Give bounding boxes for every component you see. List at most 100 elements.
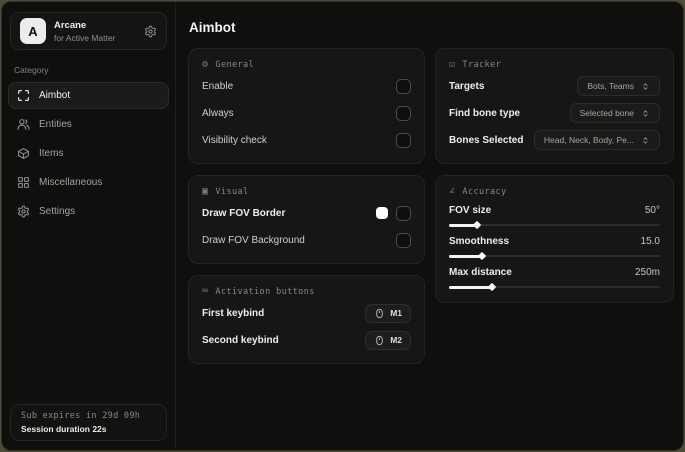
max-distance-slider[interactable] xyxy=(449,282,660,292)
sidebar-item-items[interactable]: Items xyxy=(8,140,169,167)
main-content: Aimbot ⚙ General Enable Always Visibilit… xyxy=(176,2,683,450)
sidebar-item-label: Settings xyxy=(39,206,76,217)
session-duration-text: Session duration 22s xyxy=(21,424,107,434)
row-draw-fov-border: Draw FOV Border xyxy=(202,202,411,224)
general-card: ⚙ General Enable Always Visibility check xyxy=(188,48,425,164)
checkbox-square-icon: ☑ xyxy=(449,59,456,70)
sidebar-item-entities[interactable]: Entities xyxy=(8,111,169,138)
scan-crosshair-icon xyxy=(17,89,30,102)
visual-card: ▣ Visual Draw FOV Border Draw FOV Backgr… xyxy=(188,175,425,264)
select-value: Bots, Teams xyxy=(587,81,634,91)
row-label: Draw FOV Background xyxy=(202,234,305,246)
unfold-icon xyxy=(643,109,648,117)
row-second-keybind: Second keybind M2 xyxy=(202,329,411,351)
row-label: Targets xyxy=(449,80,485,92)
fov-size-value: 50° xyxy=(644,205,660,216)
row-label: Max distance xyxy=(449,267,512,278)
unfold-icon xyxy=(643,82,648,90)
arcane-window: A Arcane for Active Matter Category Aimb… xyxy=(1,1,684,451)
angle-icon: ∠ xyxy=(449,186,456,197)
row-max-distance: Max distance 250m xyxy=(449,267,660,292)
row-bones-selected: Bones Selected Head, Neck, Body, Pe... xyxy=(449,129,660,151)
activation-card-header: ⌨ Activation buttons xyxy=(202,286,411,298)
targets-select[interactable]: Bots, Teams xyxy=(577,76,660,96)
row-enable: Enable xyxy=(202,75,411,97)
sidebar-item-settings[interactable]: Settings xyxy=(8,198,169,225)
keybind-value: M1 xyxy=(390,308,402,318)
second-keybind-button[interactable]: M2 xyxy=(365,330,411,350)
sidebar-item-label: Aimbot xyxy=(39,90,71,101)
sidebar-item-miscellaneous[interactable]: Miscellaneous xyxy=(8,169,169,196)
card-header-label: Activation buttons xyxy=(215,287,315,297)
brand-name: Arcane xyxy=(54,19,87,31)
sidebar-item-label: Miscellaneous xyxy=(39,177,103,188)
sidebar-item-aimbot[interactable]: Aimbot xyxy=(8,82,169,109)
category-nav: Aimbot Entities Items Miscellaneous Sett… xyxy=(2,81,175,226)
row-label: Smoothness xyxy=(449,236,510,247)
grid-layout-icon xyxy=(17,176,30,189)
package-box-icon xyxy=(17,147,30,160)
draw-fov-background-checkbox[interactable] xyxy=(396,232,411,248)
subscription-card: Sub expires in 29d 09h Session duration … xyxy=(10,404,167,441)
row-label: Bones Selected xyxy=(449,134,524,146)
row-label: Visibility check xyxy=(202,134,267,146)
category-label: Category xyxy=(14,65,49,75)
tracker-card: ☑ Tracker Targets Bots, Teams Find bone … xyxy=(435,48,674,164)
gear-icon[interactable] xyxy=(144,25,157,38)
row-targets: Targets Bots, Teams xyxy=(449,75,660,97)
users-icon xyxy=(17,118,30,131)
image-square-icon: ▣ xyxy=(202,186,209,197)
accuracy-card: ∠ Accuracy FOV size 50° Smoothness 15.0 … xyxy=(435,175,674,303)
always-checkbox[interactable] xyxy=(396,105,411,121)
smoothness-value: 15.0 xyxy=(640,236,660,247)
card-header-label: Visual xyxy=(215,187,249,197)
keybind-value: M2 xyxy=(390,335,402,345)
draw-fov-border-checkbox[interactable] xyxy=(396,205,411,221)
visual-card-header: ▣ Visual xyxy=(202,186,411,198)
find-bone-type-select[interactable]: Selected bone xyxy=(569,103,660,123)
row-draw-fov-background: Draw FOV Background xyxy=(202,229,411,251)
slider-thumb[interactable] xyxy=(473,220,482,230)
tracker-card-header: ☑ Tracker xyxy=(449,59,660,71)
mouse-icon xyxy=(376,335,383,345)
sub-expires-text: Sub expires in 29d 09h xyxy=(21,411,141,421)
activation-buttons-card: ⌨ Activation buttons First keybind M1 Se… xyxy=(188,275,425,364)
keyboard-icon: ⌨ xyxy=(202,286,209,297)
logo-letter: A xyxy=(28,23,38,39)
unfold-icon xyxy=(643,136,648,144)
card-header-label: General xyxy=(215,60,255,70)
row-smoothness: Smoothness 15.0 xyxy=(449,236,660,261)
row-label: Enable xyxy=(202,80,234,92)
slider-thumb[interactable] xyxy=(487,282,497,292)
brand-card: A Arcane for Active Matter xyxy=(10,12,167,50)
visibility-check-checkbox[interactable] xyxy=(396,132,411,148)
mouse-icon xyxy=(376,308,383,318)
bones-selected-select[interactable]: Head, Neck, Body, Pe... xyxy=(533,130,660,150)
brand-text: Arcane for Active Matter xyxy=(54,20,115,43)
card-header-label: Accuracy xyxy=(462,187,507,197)
sidebar-item-label: Items xyxy=(39,148,64,159)
select-value: Head, Neck, Body, Pe... xyxy=(543,135,634,145)
row-label: Draw FOV Border xyxy=(202,207,286,219)
general-card-header: ⚙ General xyxy=(202,59,411,71)
sidebar-item-label: Entities xyxy=(39,119,72,130)
row-label: First keybind xyxy=(202,307,265,319)
row-fov-size: FOV size 50° xyxy=(449,205,660,230)
row-first-keybind: First keybind M1 xyxy=(202,302,411,324)
fov-size-slider[interactable] xyxy=(449,220,660,230)
brand-subtitle: for Active Matter xyxy=(54,32,116,43)
page-title: Aimbot xyxy=(189,20,236,35)
row-label: Find bone type xyxy=(449,107,521,119)
first-keybind-button[interactable]: M1 xyxy=(365,303,411,323)
gear-icon: ⚙ xyxy=(202,59,209,70)
smoothness-slider[interactable] xyxy=(449,251,660,261)
arcane-logo: A xyxy=(20,18,46,44)
card-header-label: Tracker xyxy=(462,60,502,70)
max-distance-value: 250m xyxy=(634,267,660,278)
enable-checkbox[interactable] xyxy=(396,78,411,94)
slider-thumb[interactable] xyxy=(477,251,486,261)
row-label: Always xyxy=(202,107,234,119)
fov-border-color-swatch[interactable] xyxy=(376,207,388,219)
row-find-bone-type: Find bone type Selected bone xyxy=(449,102,660,124)
row-always: Always xyxy=(202,102,411,124)
